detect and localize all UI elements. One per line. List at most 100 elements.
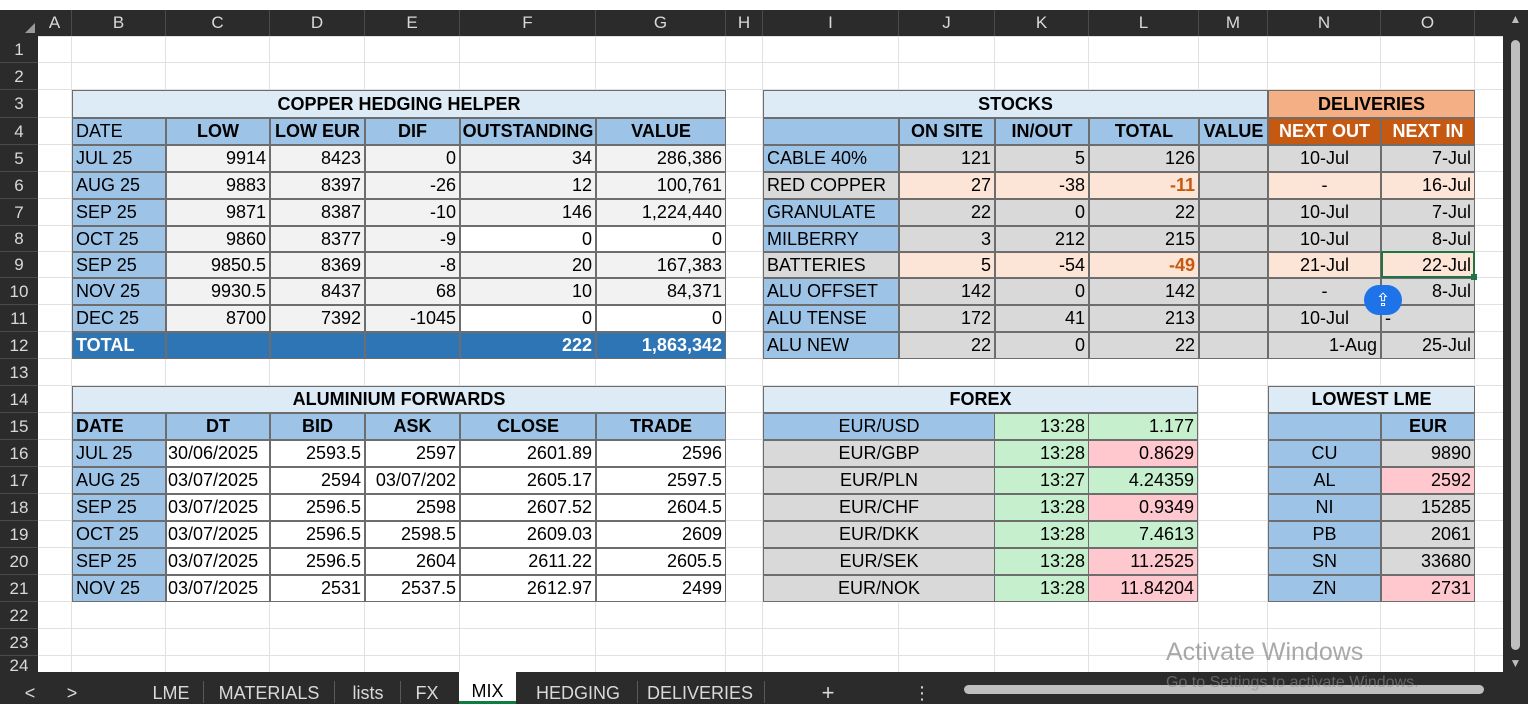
row-header-14[interactable]: 14 — [0, 386, 38, 413]
row-header-23[interactable]: 23 — [0, 629, 38, 656]
forex-rate: 0.9349 — [1088, 494, 1198, 521]
column-header-c[interactable]: C — [166, 10, 270, 36]
row-header-2[interactable]: 2 — [0, 63, 38, 90]
aluminium-cell: 03/07/2025 — [166, 548, 270, 575]
row-header-1[interactable]: 1 — [0, 36, 38, 63]
row-header-7[interactable]: 7 — [0, 199, 38, 226]
column-header-j[interactable]: J — [899, 10, 995, 36]
copper-header: DIF — [365, 118, 460, 145]
flash-fill-icon[interactable]: ⇪ — [1364, 285, 1402, 315]
selected-cell-o9[interactable] — [1381, 251, 1475, 278]
stocks-cell — [1199, 226, 1268, 252]
fill-handle[interactable] — [1471, 274, 1477, 280]
column-header-g[interactable]: G — [596, 10, 726, 36]
row-header-20[interactable]: 20 — [0, 548, 38, 575]
copper-cell: AUG 25 — [72, 172, 166, 199]
stocks-cell — [1199, 332, 1268, 359]
row-header-21[interactable]: 21 — [0, 575, 38, 602]
column-header-b[interactable]: B — [72, 10, 166, 36]
stocks-cell: 27 — [899, 172, 995, 199]
aluminium-cell: 03/07/202 — [365, 467, 460, 494]
add-sheet-icon[interactable]: + — [808, 672, 848, 705]
deliveries-cell: 1-Aug — [1268, 332, 1381, 359]
copper-cell: 0 — [596, 305, 726, 332]
lme-value: 2731 — [1381, 575, 1475, 602]
copper-cell: 9914 — [166, 145, 270, 172]
row-header-13[interactable]: 13 — [0, 359, 38, 386]
forex-time: 13:28 — [994, 521, 1089, 548]
row-header-10[interactable]: 10 — [0, 278, 38, 305]
copper-cell: DEC 25 — [72, 305, 166, 332]
copper-total-value: 1,863,342 — [596, 332, 726, 359]
forex-time: 13:28 — [994, 440, 1089, 467]
row-header-22[interactable]: 22 — [0, 602, 38, 629]
aluminium-cell: 2609 — [596, 521, 726, 548]
tab-fx[interactable]: FX — [404, 672, 450, 704]
lme-value: 33680 — [1381, 548, 1475, 575]
copper-cell: 0 — [365, 145, 460, 172]
column-header-m[interactable]: M — [1199, 10, 1268, 36]
row-header-16[interactable]: 16 — [0, 440, 38, 467]
stocks-cell: MILBERRY — [763, 226, 899, 252]
column-header-o[interactable]: O — [1381, 10, 1475, 36]
aluminium-cell: JUL 25 — [72, 440, 166, 467]
column-header-i[interactable]: I — [763, 10, 899, 36]
row-header-4[interactable]: 4 — [0, 118, 38, 145]
forex-pair: EUR/CHF — [763, 494, 995, 521]
column-header-h[interactable]: H — [726, 10, 763, 36]
tab-hedging[interactable]: HEDGING — [522, 672, 634, 704]
tab-materials[interactable]: MATERIALS — [208, 672, 330, 704]
tab-separator — [764, 681, 765, 703]
column-header-n[interactable]: N — [1268, 10, 1381, 36]
row-header-9[interactable]: 9 — [0, 252, 38, 278]
lme-value: 9890 — [1381, 440, 1475, 467]
row-header-18[interactable]: 18 — [0, 494, 38, 521]
stocks-cell: 3 — [899, 226, 995, 252]
deliveries-cell: 25-Jul — [1381, 332, 1475, 359]
row-header-19[interactable]: 19 — [0, 521, 38, 548]
column-header-e[interactable]: E — [365, 10, 460, 36]
row-header-12[interactable]: 12 — [0, 332, 38, 359]
aluminium-cell: 2605.5 — [596, 548, 726, 575]
select-all-corner[interactable] — [0, 10, 38, 36]
tab-lists[interactable]: lists — [340, 672, 396, 704]
column-header-l[interactable]: L — [1089, 10, 1199, 36]
row-header-15[interactable]: 15 — [0, 413, 38, 440]
aluminium-cell: 2612.97 — [460, 575, 596, 602]
prev-sheet-icon[interactable]: < — [18, 672, 42, 704]
copper-cell: NOV 25 — [72, 278, 166, 305]
tab-menu-icon[interactable]: ⋮ — [910, 672, 934, 704]
stocks-cell: ALU OFFSET — [763, 278, 899, 305]
tab-deliveries[interactable]: DELIVERIES — [640, 672, 760, 704]
row-headers: 1 2 3 4 5 6 7 8 9 10 11 12 13 14 15 16 17 18 19 20 21 22 23 24 — [0, 36, 38, 677]
stocks-cell: ALU TENSE — [763, 305, 899, 332]
vertical-scroll-thumb[interactable] — [1511, 40, 1520, 650]
column-header-d[interactable]: D — [270, 10, 365, 36]
tab-lme[interactable]: LME — [140, 672, 202, 704]
scroll-down-icon[interactable]: ▼ — [1503, 656, 1528, 670]
column-header-a[interactable]: A — [38, 10, 72, 36]
stocks-header: TOTAL — [1089, 118, 1199, 145]
row-header-11[interactable]: 11 — [0, 305, 38, 332]
copper-cell: -1045 — [365, 305, 460, 332]
next-sheet-icon[interactable]: > — [60, 672, 84, 704]
copper-cell: 34 — [460, 145, 596, 172]
column-header-f[interactable]: F — [460, 10, 596, 36]
row-header-6[interactable]: 6 — [0, 172, 38, 199]
gridline-h — [38, 62, 1503, 63]
tab-mix[interactable]: MIX — [459, 672, 516, 704]
forex-pair: EUR/GBP — [763, 440, 995, 467]
aluminium-cell: 2604.5 — [596, 494, 726, 521]
stocks-cell: -11 — [1089, 172, 1199, 199]
deliveries-cell: 10-Jul — [1268, 145, 1381, 172]
row-header-5[interactable]: 5 — [0, 145, 38, 172]
vertical-scrollbar[interactable]: ▲ ▼ — [1503, 10, 1528, 672]
row-header-3[interactable]: 3 — [0, 90, 38, 118]
copper-header: LOW — [166, 118, 270, 145]
forex-pair: EUR/SEK — [763, 548, 995, 575]
row-header-17[interactable]: 17 — [0, 467, 38, 494]
row-header-8[interactable]: 8 — [0, 226, 38, 252]
stocks-cell: 172 — [899, 305, 995, 332]
scroll-up-icon[interactable]: ▲ — [1503, 12, 1528, 26]
column-header-k[interactable]: K — [995, 10, 1089, 36]
